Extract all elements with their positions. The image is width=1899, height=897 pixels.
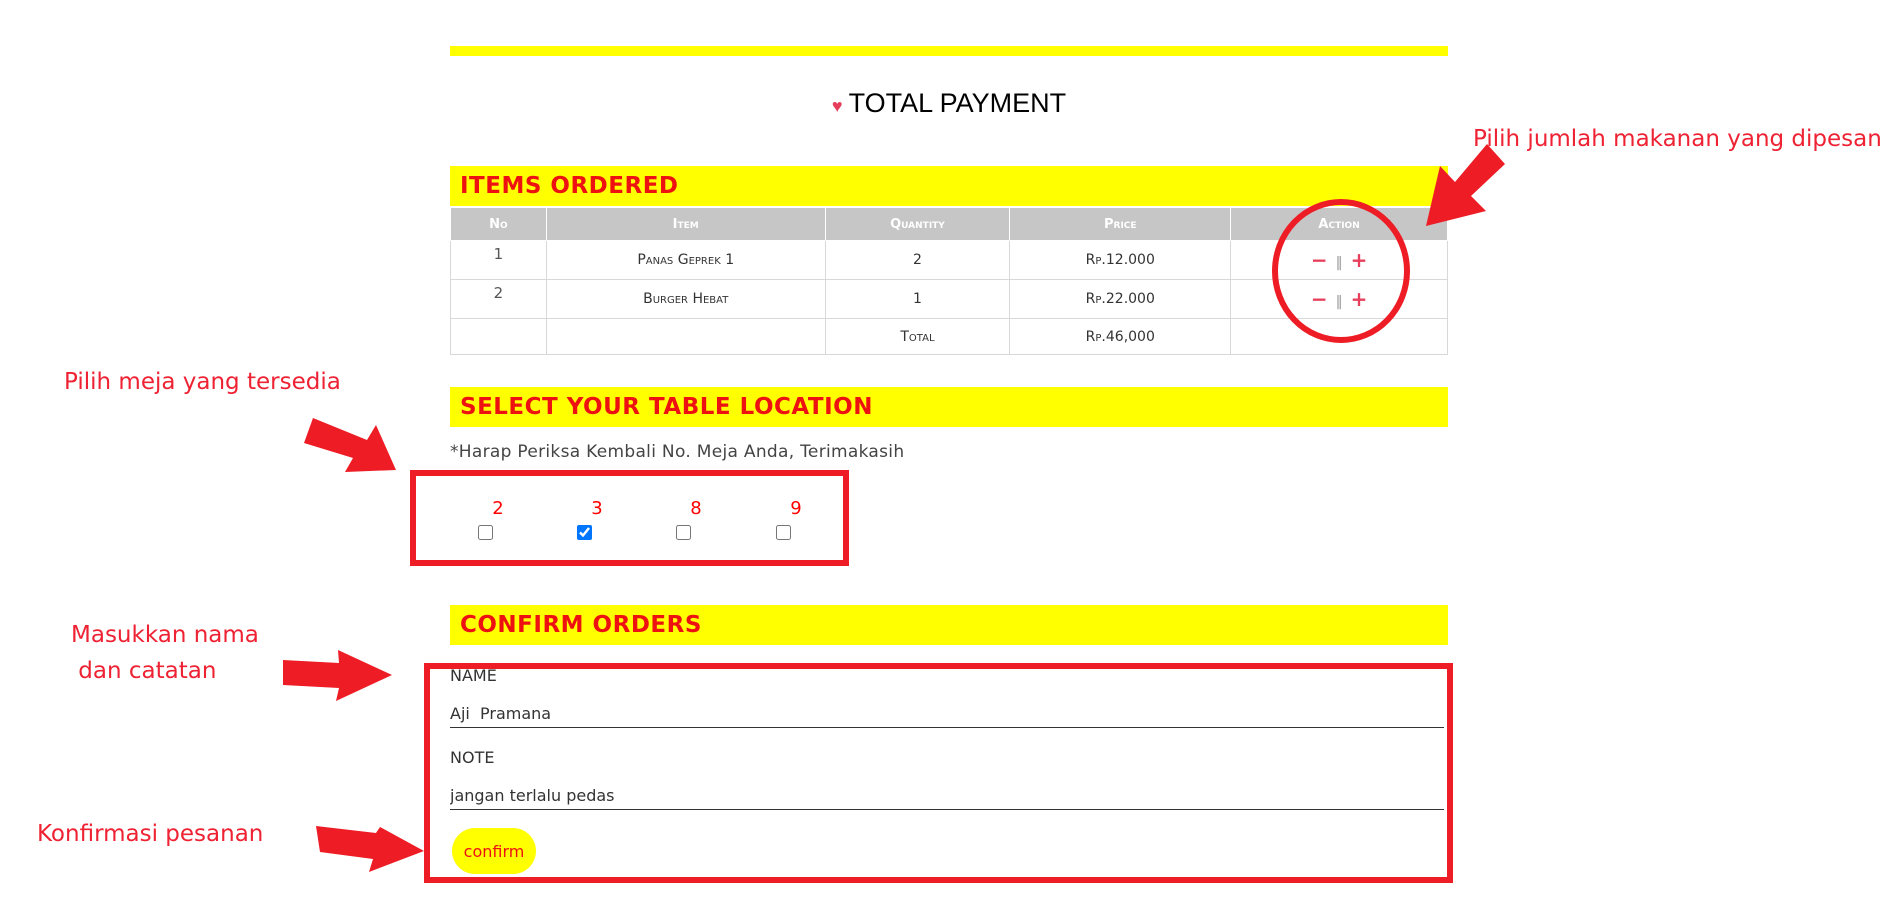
table-option: 2 [478, 498, 518, 540]
table-options: 2 3 8 9 [452, 498, 852, 552]
table-number: 3 [591, 498, 603, 519]
row-action: − ‖ + [1230, 279, 1448, 319]
arrow-to-tables [304, 418, 396, 472]
column-header-no: No [450, 207, 547, 241]
orders-table: No Item Quantity Price Action 1 Panas Ge… [450, 207, 1448, 355]
total-empty-cell [450, 318, 547, 355]
total-row: Total Rp.46,000 [450, 318, 1448, 355]
row-price: Rp.12.000 [1009, 240, 1232, 280]
annotation-table: Pilih meja yang tersedia [64, 369, 341, 395]
confirm-orders-heading: CONFIRM ORDERS [450, 605, 1448, 645]
table-row: 1 Panas Geprek 1 2 Rp.12.000 − ‖ + [450, 240, 1448, 280]
items-ordered-heading: ITEMS ORDERED [450, 166, 1448, 206]
action-separator: ‖ [1335, 255, 1343, 271]
table-row: 2 Burger Hebat 1 Rp.22.000 − ‖ + [450, 279, 1448, 319]
row-no: 1 [450, 240, 547, 280]
table-check-note: *Harap Periksa Kembali No. Meja Anda, Te… [450, 442, 905, 462]
row-price: Rp.22.000 [1009, 279, 1232, 319]
arrow-to-form [283, 650, 392, 701]
page-title: ♥ TOTAL PAYMENT [450, 88, 1448, 119]
column-header-price: Price [1009, 207, 1232, 241]
column-header-quantity: Quantity [824, 207, 1011, 241]
total-label: Total [824, 318, 1011, 355]
row-quantity: 2 [824, 240, 1011, 280]
annotation-quantity: Pilih jumlah makanan yang dipesan [1473, 126, 1882, 152]
table-option: 8 [676, 498, 716, 540]
top-accent-bar [450, 46, 1448, 56]
decrease-quantity-button[interactable]: − [1311, 287, 1328, 311]
total-empty-cell [1230, 318, 1448, 355]
increase-quantity-button[interactable]: + [1351, 248, 1368, 272]
table-checkbox-3[interactable] [577, 525, 592, 540]
row-quantity: 1 [824, 279, 1011, 319]
column-header-action: Action [1230, 207, 1448, 241]
row-item: Burger Hebat [545, 279, 826, 319]
table-checkbox-9[interactable] [776, 525, 791, 540]
table-option: 3 [577, 498, 617, 540]
confirm-button[interactable]: confirm [452, 828, 536, 874]
arrow-to-confirm [316, 826, 424, 872]
annotation-name-line2: dan catatan [71, 658, 217, 684]
table-header-row: No Item Quantity Price Action [450, 207, 1448, 241]
annotation-name-line1: Masukkan nama [71, 622, 259, 648]
table-checkbox-8[interactable] [676, 525, 691, 540]
table-number: 2 [492, 498, 504, 519]
row-no: 2 [450, 279, 547, 319]
action-separator: ‖ [1335, 294, 1343, 310]
note-label: NOTE [450, 748, 495, 767]
column-header-item: Item [545, 207, 826, 241]
increase-quantity-button[interactable]: + [1351, 287, 1368, 311]
row-action: − ‖ + [1230, 240, 1448, 280]
table-option: 9 [776, 498, 816, 540]
heart-icon: ♥ [831, 96, 843, 116]
page-title-text: TOTAL PAYMENT [848, 88, 1067, 118]
table-number: 8 [690, 498, 702, 519]
table-checkbox-2[interactable] [478, 525, 493, 540]
total-empty-cell [545, 318, 826, 355]
table-number: 9 [790, 498, 802, 519]
name-input[interactable] [450, 699, 1444, 728]
annotation-confirm: Konfirmasi pesanan [37, 821, 264, 847]
note-input[interactable] [450, 781, 1444, 810]
decrease-quantity-button[interactable]: − [1311, 248, 1328, 272]
table-location-heading: SELECT YOUR TABLE LOCATION [450, 387, 1448, 427]
row-item: Panas Geprek 1 [545, 240, 826, 280]
name-label: NAME [450, 666, 497, 685]
total-value: Rp.46,000 [1009, 318, 1232, 355]
